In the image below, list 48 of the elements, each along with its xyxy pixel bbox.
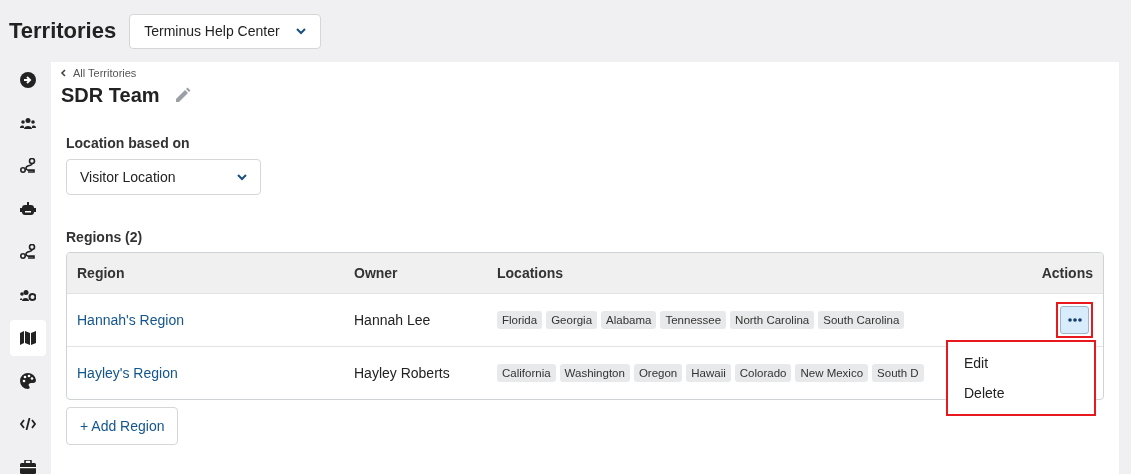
location-tag: Alabama	[601, 311, 657, 329]
route-icon	[19, 244, 36, 260]
section-heading: Regions (2)	[66, 229, 143, 245]
location-tag: Colorado	[734, 364, 792, 382]
territory-title: SDR Team	[61, 84, 160, 107]
actions-button[interactable]	[1056, 302, 1093, 338]
location-tag: Tennessee	[660, 311, 727, 329]
owner-cell-text: Hayley Roberts	[354, 365, 451, 381]
region-link[interactable]: Hannah's Region	[67, 312, 354, 328]
location-tag: Oregon	[633, 364, 683, 382]
location-tag: California	[497, 364, 556, 382]
location-tag: Florida	[497, 311, 543, 329]
location-tag: Georgia	[546, 311, 598, 329]
users-gear-icon	[19, 289, 36, 301]
owner-cell-text: Hannah Lee	[354, 312, 432, 328]
more-icon	[1067, 318, 1082, 322]
map-icon	[19, 331, 36, 345]
column-header: Owner	[354, 265, 399, 281]
pencil-icon[interactable]	[173, 87, 191, 104]
route-icon	[19, 158, 36, 174]
field-label: Location based on	[66, 135, 190, 151]
column-header: Actions	[1040, 265, 1094, 281]
back-link[interactable]: All Territories	[60, 67, 137, 79]
users-icon	[19, 117, 36, 129]
region-link[interactable]: Hayley's Region	[67, 365, 354, 381]
column-header: Locations	[497, 265, 565, 281]
chevron-down-icon	[295, 27, 306, 35]
menu-item[interactable]: Edit	[948, 348, 1094, 378]
location-tag: Washington	[559, 364, 630, 382]
sidebar-item[interactable]	[9, 320, 46, 356]
briefcase-icon	[19, 460, 36, 474]
chevron-left-icon	[60, 69, 66, 77]
palette-icon	[19, 373, 36, 389]
menu-item[interactable]: Delete	[948, 378, 1094, 408]
workspace-select[interactable]: Terminus Help Center	[129, 13, 321, 49]
page-title: Territories	[9, 18, 117, 44]
location-select[interactable]: Visitor Location	[66, 159, 261, 195]
location-tag: South D	[872, 364, 924, 382]
location-tag: New Mexico	[795, 364, 869, 382]
column-header: Region	[76, 265, 126, 281]
location-tag: North Carolina	[730, 311, 815, 329]
robot-icon	[19, 202, 36, 216]
code-icon	[19, 418, 36, 430]
location-tag: Hawaii	[686, 364, 731, 382]
chevron-down-icon	[237, 173, 247, 181]
arrow-circle-icon	[19, 72, 36, 88]
location-tag: South Carolina	[818, 311, 905, 329]
add-region-button[interactable]: + Add Region	[66, 407, 179, 445]
